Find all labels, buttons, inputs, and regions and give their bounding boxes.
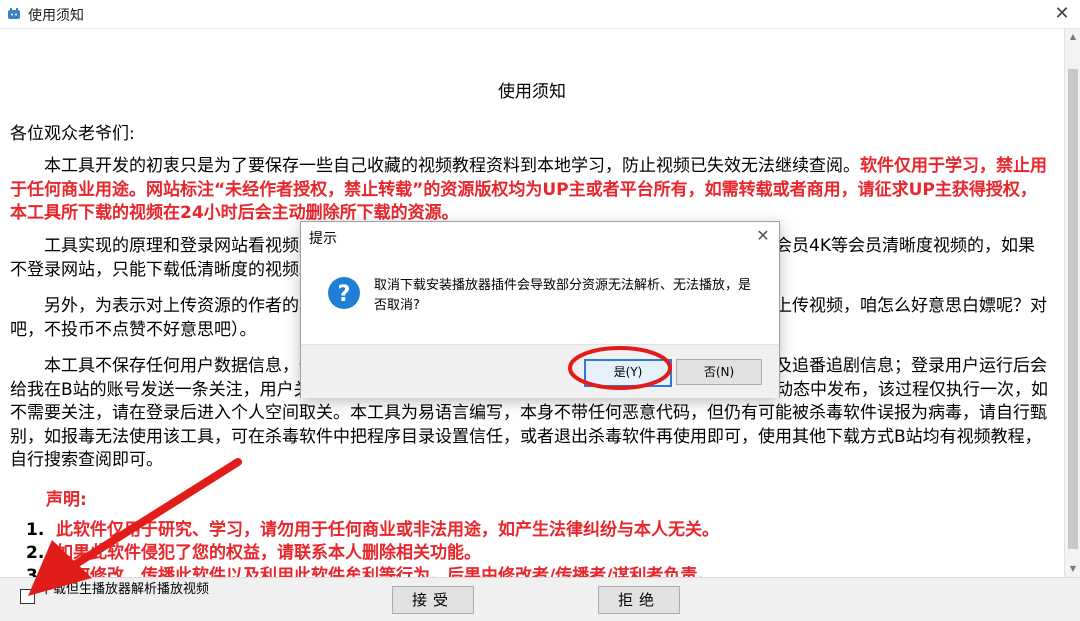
scroll-thumb[interactable] bbox=[1068, 69, 1078, 549]
accept-button[interactable]: 接受 bbox=[392, 586, 474, 614]
paragraph-1: 本工具开发的初衷只是为了要保存一些自己收藏的视频教程资料到本地学习，防止视频已失… bbox=[10, 155, 1050, 226]
list-item: 1. 此软件仅用于研究、学习，请勿用于任何商业或非法用途，如产生法律纠纷与本人无关… bbox=[26, 519, 719, 542]
bottom-bar: 下载但生播放器解析播放视频 接受 拒绝 bbox=[0, 577, 1080, 621]
yes-button[interactable]: 是(Y) bbox=[584, 359, 672, 387]
reject-button[interactable]: 拒绝 bbox=[598, 586, 680, 614]
confirm-dialog: 提示 ✕ ? 取消下载安装播放器插件会导致部分资源无法解析、无法播放，是否取消?… bbox=[300, 221, 780, 398]
install-player-checkbox[interactable] bbox=[20, 589, 35, 604]
dialog-body: ? 取消下载安装播放器插件会导致部分资源无法解析、无法播放，是否取消? bbox=[301, 252, 779, 344]
window-title: 使用须知 bbox=[28, 8, 84, 24]
no-button[interactable]: 否(N) bbox=[676, 359, 762, 385]
greeting: 各位观众老爷们: bbox=[10, 124, 135, 144]
scroll-up-icon[interactable]: ▲ bbox=[1065, 29, 1080, 45]
list-number: 3. bbox=[26, 566, 45, 577]
app-icon bbox=[8, 8, 20, 19]
document-heading: 使用须知 bbox=[498, 82, 566, 102]
title-bar: 使用须知 ✕ bbox=[0, 0, 1080, 29]
window-close-icon[interactable]: ✕ bbox=[1050, 2, 1074, 26]
list-text: 如果此软件侵犯了您的权益，请联系本人删除相关功能。 bbox=[56, 543, 481, 563]
declaration-list: 1. 此软件仅用于研究、学习，请勿用于任何商业或非法用途，如产生法律纠纷与本人无关… bbox=[26, 519, 719, 577]
scroll-down-icon[interactable]: ▼ bbox=[1065, 561, 1080, 577]
list-number: 1. bbox=[26, 520, 45, 540]
svg-text:?: ? bbox=[338, 282, 351, 307]
list-text: 任何修改、传播此软件以及利用此软件牟利等行为，后果由修改者/传播者/谋利者负责。 bbox=[56, 566, 715, 577]
question-icon: ? bbox=[328, 277, 360, 309]
checkbox-label: 下载但生播放器解析播放视频 bbox=[40, 582, 210, 597]
list-item: 3. 任何修改、传播此软件以及利用此软件牟利等行为，后果由修改者/传播者/谋利者负… bbox=[26, 565, 719, 577]
list-number: 2. bbox=[26, 543, 45, 563]
dialog-message: 取消下载安装播放器插件会导致部分资源无法解析、无法播放，是否取消? bbox=[374, 278, 752, 313]
dialog-title: 提示 bbox=[309, 231, 337, 247]
paragraph-1-normal: 本工具开发的初衷只是为了要保存一些自己收藏的视频教程资料到本地学习，防止视频已失… bbox=[44, 156, 860, 176]
dialog-footer: 是(Y) 否(N) bbox=[301, 344, 779, 398]
vertical-scrollbar[interactable]: ▲ ▼ bbox=[1064, 29, 1080, 577]
declaration-heading: 声明: bbox=[46, 490, 87, 510]
list-text: 此软件仅用于研究、学习，请勿用于任何商业或非法用途，如产生法律纠纷与本人无关。 bbox=[56, 520, 719, 540]
list-item: 2. 如果此软件侵犯了您的权益，请联系本人删除相关功能。 bbox=[26, 542, 719, 565]
dialog-close-icon[interactable]: ✕ bbox=[753, 226, 773, 246]
